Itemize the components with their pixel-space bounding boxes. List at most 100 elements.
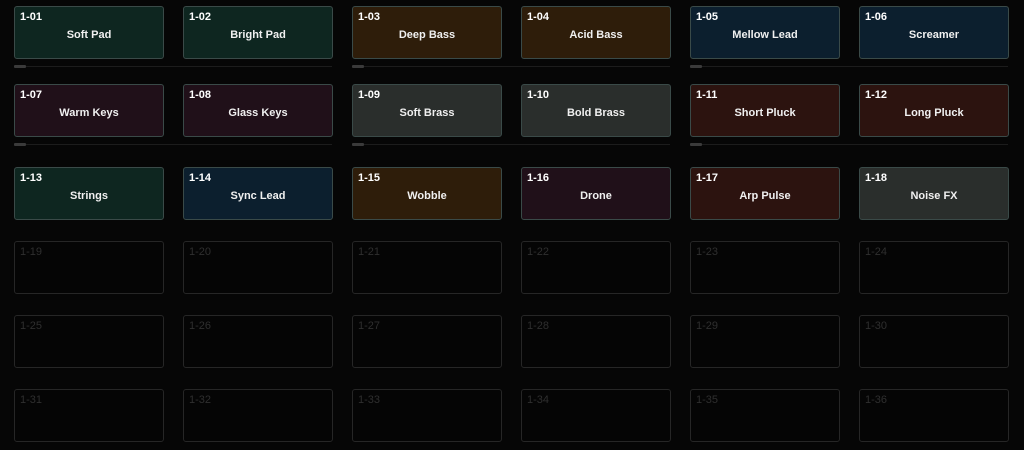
patch-slot[interactable]: 1-05 Mellow Lead <box>690 6 840 59</box>
patch-slot-empty[interactable]: 1-27 <box>352 315 502 368</box>
slot-patch-name: Warm Keys <box>59 107 119 119</box>
slot-number: 1-34 <box>527 394 550 406</box>
slot-number: 1-23 <box>696 246 719 258</box>
patch-slot[interactable]: 1-02 Bright Pad <box>183 6 333 59</box>
slot-number: 1-06 <box>865 11 888 23</box>
row-divider <box>14 65 332 68</box>
patch-slot[interactable]: 1-15 Wobble <box>352 167 502 220</box>
slot-number: 1-27 <box>358 320 381 332</box>
slot-number: 1-02 <box>189 11 212 23</box>
slot-number: 1-29 <box>696 320 719 332</box>
slot-number: 1-24 <box>865 246 888 258</box>
slot-patch-name: Noise FX <box>910 190 958 202</box>
slot-number: 1-31 <box>20 394 43 406</box>
slot-number: 1-18 <box>865 172 888 184</box>
slot-patch-name: Mellow Lead <box>732 29 798 41</box>
slot-patch-name: Bright Pad <box>230 29 286 41</box>
patch-slot-empty[interactable]: 1-30 <box>859 315 1009 368</box>
slot-number: 1-03 <box>358 11 381 23</box>
patch-slot-empty[interactable]: 1-31 <box>14 389 164 442</box>
slot-number: 1-19 <box>20 246 43 258</box>
slot-number: 1-17 <box>696 172 719 184</box>
patch-slot[interactable]: 1-09 Soft Brass <box>352 84 502 137</box>
slot-patch-name: Long Pluck <box>904 107 964 119</box>
slot-patch-name: Glass Keys <box>228 107 288 119</box>
slot-patch-name: Soft Brass <box>399 107 455 119</box>
slot-number: 1-04 <box>527 11 550 23</box>
slot-patch-name: Drone <box>580 190 612 202</box>
divider-handle[interactable] <box>14 143 26 146</box>
patch-slot[interactable]: 1-10 Bold Brass <box>521 84 671 137</box>
slot-patch-name: Arp Pulse <box>739 190 791 202</box>
row-divider <box>352 65 670 68</box>
divider-handle[interactable] <box>690 143 702 146</box>
slot-patch-name: Bold Brass <box>566 107 626 119</box>
patch-slot-empty[interactable]: 1-35 <box>690 389 840 442</box>
patch-slot-empty[interactable]: 1-32 <box>183 389 333 442</box>
patch-slot-empty[interactable]: 1-21 <box>352 241 502 294</box>
slot-number: 1-16 <box>527 172 550 184</box>
divider-handle[interactable] <box>690 65 702 68</box>
slot-number: 1-30 <box>865 320 888 332</box>
patch-slot[interactable]: 1-18 Noise FX <box>859 167 1009 220</box>
slot-number: 1-11 <box>696 89 718 101</box>
patch-slot-empty[interactable]: 1-23 <box>690 241 840 294</box>
slot-number: 1-32 <box>189 394 212 406</box>
patch-slot[interactable]: 1-11 Short Pluck <box>690 84 840 137</box>
slot-number: 1-01 <box>20 11 43 23</box>
slot-number: 1-13 <box>20 172 43 184</box>
patch-slot-empty[interactable]: 1-29 <box>690 315 840 368</box>
row-divider <box>352 143 670 146</box>
patch-grid: 1-01 Soft Pad 1-02 Bright Pad 1-03 Deep Bass 1… <box>0 0 1024 450</box>
divider-handle[interactable] <box>352 143 364 146</box>
slot-number: 1-12 <box>865 89 888 101</box>
patch-slot-empty[interactable]: 1-33 <box>352 389 502 442</box>
slot-patch-name: Soft Pad <box>66 29 112 41</box>
slot-number: 1-20 <box>189 246 212 258</box>
patch-slot[interactable]: 1-03 Deep Bass <box>352 6 502 59</box>
slot-number: 1-26 <box>189 320 212 332</box>
slot-number: 1-08 <box>189 89 212 101</box>
row-divider <box>690 143 1008 146</box>
divider-handle[interactable] <box>14 65 26 68</box>
slot-patch-name: Wobble <box>407 190 447 202</box>
slot-patch-name: Strings <box>70 190 108 202</box>
patch-slot[interactable]: 1-08 Glass Keys <box>183 84 333 137</box>
patch-slot-empty[interactable]: 1-24 <box>859 241 1009 294</box>
slot-number: 1-14 <box>189 172 212 184</box>
slot-patch-name: Screamer <box>908 29 960 41</box>
patch-slot-empty[interactable]: 1-26 <box>183 315 333 368</box>
patch-slot[interactable]: 1-17 Arp Pulse <box>690 167 840 220</box>
slot-number: 1-21 <box>358 246 381 258</box>
patch-slot[interactable]: 1-12 Long Pluck <box>859 84 1009 137</box>
slot-number: 1-10 <box>527 89 550 101</box>
patch-slot[interactable]: 1-16 Drone <box>521 167 671 220</box>
patch-slot-empty[interactable]: 1-25 <box>14 315 164 368</box>
slot-number: 1-15 <box>358 172 381 184</box>
slot-number: 1-33 <box>358 394 381 406</box>
slot-number: 1-25 <box>20 320 43 332</box>
slot-patch-name: Short Pluck <box>734 107 796 119</box>
patch-slot-empty[interactable]: 1-34 <box>521 389 671 442</box>
slot-number: 1-22 <box>527 246 550 258</box>
patch-slot[interactable]: 1-04 Acid Bass <box>521 6 671 59</box>
patch-slot-empty[interactable]: 1-19 <box>14 241 164 294</box>
slot-number: 1-05 <box>696 11 719 23</box>
slot-patch-name: Sync Lead <box>230 190 286 202</box>
row-divider <box>14 143 332 146</box>
slot-patch-name: Acid Bass <box>569 29 623 41</box>
patch-slot-empty[interactable]: 1-22 <box>521 241 671 294</box>
patch-slot[interactable]: 1-07 Warm Keys <box>14 84 164 137</box>
patch-slot[interactable]: 1-14 Sync Lead <box>183 167 333 220</box>
slot-number: 1-07 <box>20 89 43 101</box>
row-divider <box>690 65 1008 68</box>
patch-slot[interactable]: 1-01 Soft Pad <box>14 6 164 59</box>
patch-slot-empty[interactable]: 1-36 <box>859 389 1009 442</box>
patch-slot[interactable]: 1-13 Strings <box>14 167 164 220</box>
divider-handle[interactable] <box>352 65 364 68</box>
patch-slot-empty[interactable]: 1-28 <box>521 315 671 368</box>
patch-slot[interactable]: 1-06 Screamer <box>859 6 1009 59</box>
patch-slot-empty[interactable]: 1-20 <box>183 241 333 294</box>
slot-patch-name: Deep Bass <box>398 29 456 41</box>
slot-number: 1-35 <box>696 394 719 406</box>
